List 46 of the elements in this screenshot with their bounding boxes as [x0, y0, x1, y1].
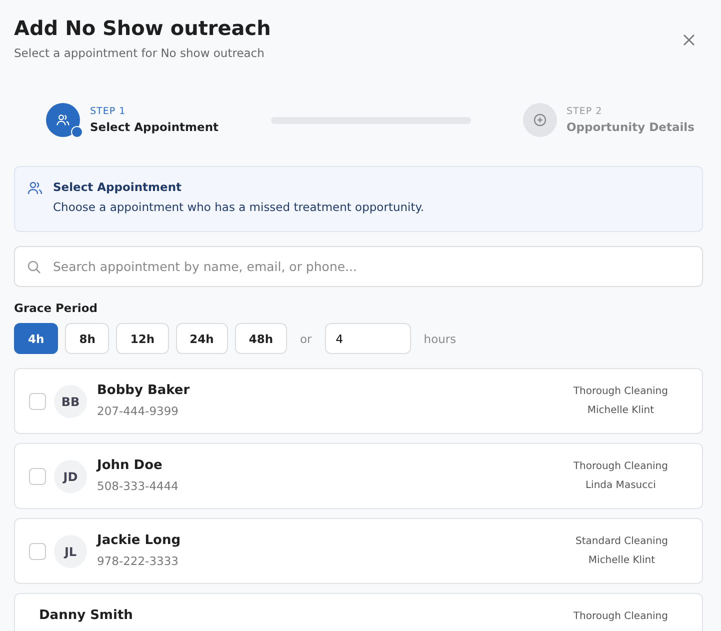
patient-name: Bobby Baker [97, 383, 191, 398]
checkbox[interactable] [29, 393, 46, 410]
grace-option-button[interactable]: 24h [176, 323, 228, 354]
hours-unit: hours [424, 332, 456, 346]
appointment-card[interactable]: Danny Smith Thorough Cleaning [14, 593, 703, 631]
checkbox[interactable] [29, 468, 46, 485]
search-icon [27, 260, 41, 274]
patient-name: Jackie Long [97, 533, 182, 548]
appointment-card[interactable]: JL Jackie Long 978-222-3333 Standard Cleaning Michelle Klint [14, 518, 703, 584]
search-field[interactable]: Search appointment by name, email, or phone... [14, 246, 703, 287]
grace-option-button[interactable]: 12h [116, 323, 169, 354]
grace-period-label: Grace Period [14, 301, 98, 315]
treatment-name: Thorough Cleaning [573, 386, 668, 397]
step-number: STEP 2 [566, 106, 604, 117]
provider-name: Linda Masucci [585, 480, 656, 491]
dialog-title: Add No Show outreach [14, 15, 271, 42]
treatment-name: Thorough Cleaning [573, 461, 668, 472]
close-icon[interactable] [683, 34, 695, 46]
info-title: Select Appointment [53, 180, 182, 194]
patient-name: John Doe [97, 458, 164, 473]
users-icon [27, 180, 43, 196]
dialog-subtitle: Select a appointment for No show outreach [14, 46, 266, 60]
step-label: Opportunity Details [566, 120, 694, 134]
grace-option-button[interactable]: 8h [65, 323, 110, 354]
patient-phone: 207-444-9399 [97, 404, 180, 418]
search-input[interactable]: Search appointment by name, email, or phone... [51, 258, 690, 275]
step-label: Select Appointment [90, 120, 218, 134]
appointment-card[interactable]: JD John Doe 508-333-4444 Thorough Cleaning Linda Masucci [14, 443, 703, 509]
or-text: or [300, 332, 312, 346]
avatar-initials: JL [54, 535, 87, 568]
grace-option-button[interactable]: 48h [234, 323, 288, 354]
checkbox[interactable] [29, 543, 46, 560]
provider-name: Michelle Klint [588, 555, 656, 566]
hours-field[interactable]: 4 [324, 323, 411, 354]
treatment-name: Thorough Cleaning [573, 611, 668, 622]
patient-name: Danny Smith [39, 608, 134, 623]
step-number: STEP 1 [90, 106, 127, 117]
patient-phone: 978-222-3333 [97, 554, 180, 568]
treatment-name: Standard Cleaning [575, 536, 668, 547]
grace-option-button[interactable]: 4h [14, 323, 58, 354]
appointment-card[interactable]: BB Bobby Baker 207-444-9399 Thorough Cleaning Michelle Klint [14, 368, 703, 434]
avatar-initials: BB [54, 385, 87, 418]
avatar-initials: JD [54, 460, 87, 493]
info-text: Choose a appointment who has a missed treatment opportunity. [53, 200, 424, 214]
provider-name: Michelle Klint [587, 405, 654, 416]
patient-phone: 508-333-4444 [97, 479, 180, 493]
